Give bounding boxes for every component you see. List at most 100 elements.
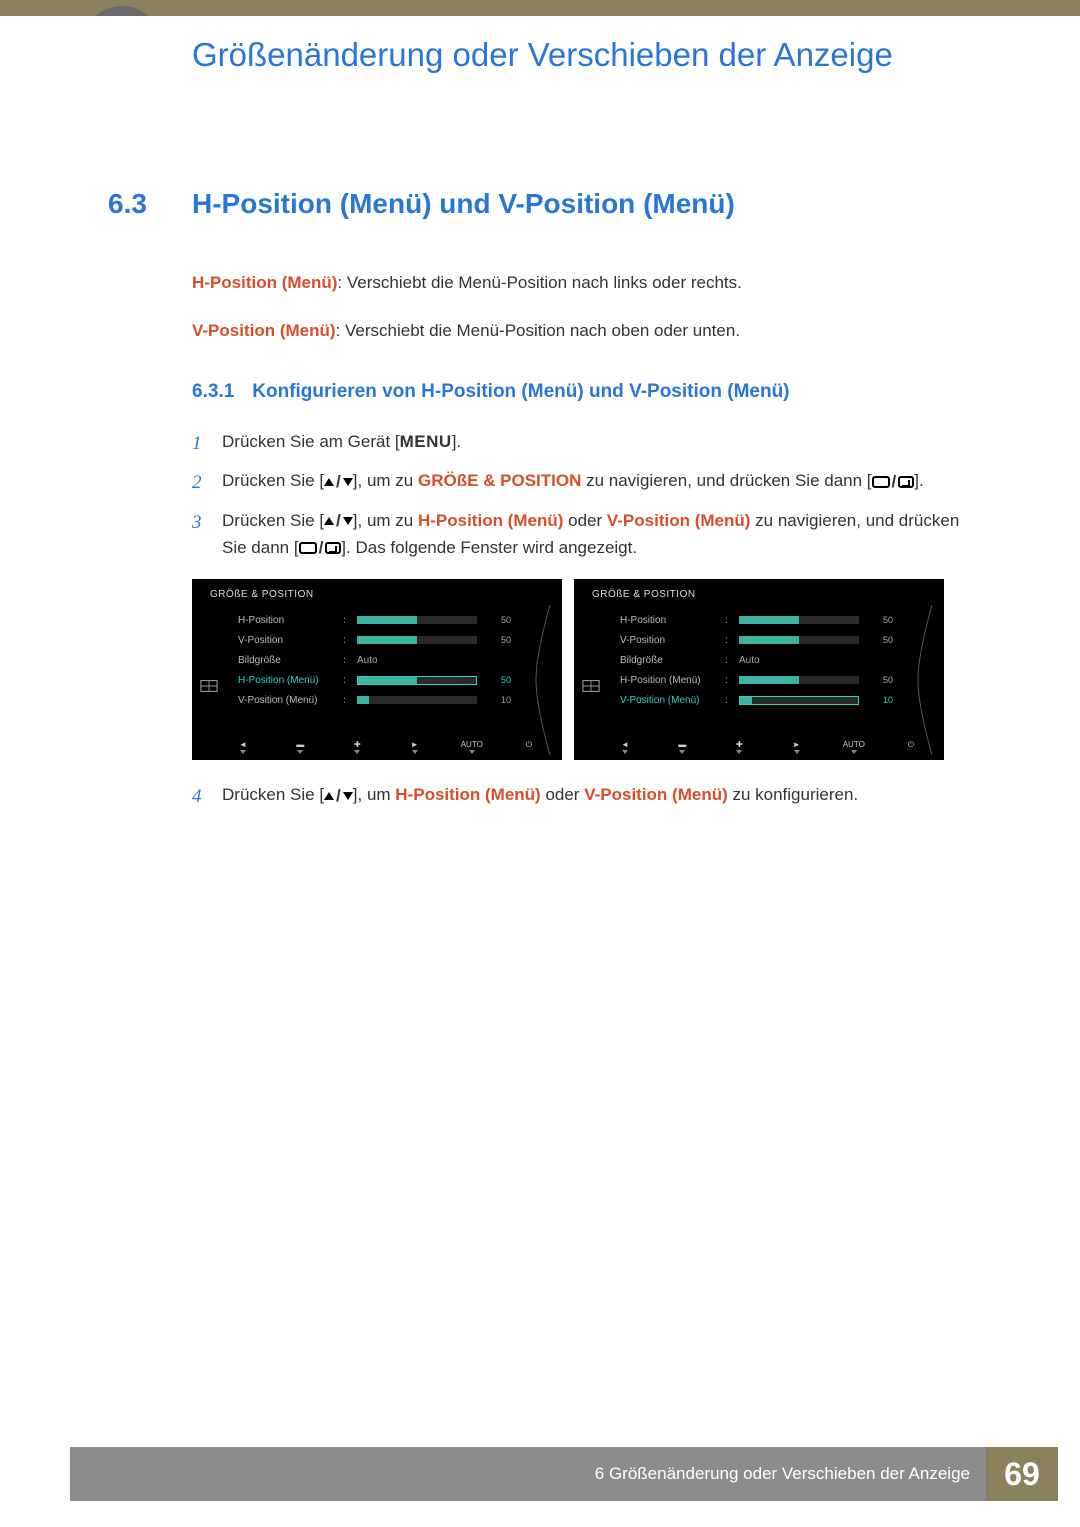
osd-row-label: V-Position (Menü) <box>620 695 725 706</box>
steps-list: 1 Drücken Sie am Gerät [MENU]. 2 Drücken… <box>192 429 978 561</box>
section-heading: 6.3 H-Position (Menü) und V-Position (Me… <box>108 188 978 220</box>
osd-slider: 50 <box>357 635 550 645</box>
step-2-text-b: ], um zu <box>353 471 418 490</box>
osd-bottom-bar: ◄ ▬ ✚ ► AUTO ⏻ <box>586 740 932 754</box>
steps-list-cont: 4 Drücken Sie [/], um H-Position (Menü) … <box>192 782 978 811</box>
osd-row-value: 50 <box>863 675 893 685</box>
osd-plus-icon: ✚ <box>348 740 366 754</box>
osd-category-icon <box>582 677 602 697</box>
osd-colon: : <box>725 695 739 706</box>
step-2: 2 Drücken Sie [/], um zu GRÖßE & POSITIO… <box>192 468 978 497</box>
up-down-icon: / <box>324 508 353 534</box>
step-3-text-d: ]. Das folgende Fenster wird angezeigt. <box>341 538 637 557</box>
osd-row-text: Auto <box>357 655 378 666</box>
osd-slider: 50 <box>357 675 550 685</box>
step-number: 4 <box>192 782 208 811</box>
osd-curve-decor <box>530 605 556 755</box>
osd-colon: : <box>343 675 357 686</box>
osd-row-label: H-Position (Menü) <box>620 675 725 686</box>
v-pos-menu: V-Position (Menü) <box>607 511 751 530</box>
confirm-enter-icon: / <box>872 469 915 495</box>
osd-panel-right: GRÖßE & POSITION H-Position:50 V-Position… <box>574 579 944 760</box>
v-position-text: : Verschiebt die Menü-Position nach oben… <box>336 321 741 340</box>
step-number: 3 <box>192 508 208 561</box>
osd-category-icon <box>200 677 220 697</box>
osd-auto-label: AUTO <box>845 740 863 754</box>
osd-slider: 10 <box>357 695 550 705</box>
osd-row-value: 50 <box>481 635 511 645</box>
step-4: 4 Drücken Sie [/], um H-Position (Menü) … <box>192 782 978 811</box>
osd-colon: : <box>725 635 739 646</box>
section-title: H-Position (Menü) und V-Position (Menü) <box>192 188 735 220</box>
osd-colon: : <box>343 695 357 706</box>
h-pos-menu: H-Position (Menü) <box>418 511 563 530</box>
step-1-text-a: Drücken Sie am Gerät [ <box>222 432 400 451</box>
osd-row: H-Position (Menü):50 <box>204 670 550 690</box>
subsection-heading: 6.3.1 Konfigurieren von H-Position (Menü… <box>192 381 978 403</box>
up-down-icon: / <box>324 469 353 495</box>
osd-row: Bildgröße:Auto <box>204 650 550 670</box>
step-number: 2 <box>192 468 208 497</box>
chapter-title: Größenänderung oder Verschieben der Anze… <box>192 34 893 75</box>
footer-chapter-label: 6 Größenänderung oder Verschieben der An… <box>70 1447 986 1501</box>
osd-colon: : <box>343 615 357 626</box>
osd-bottom-bar: ◄ ▬ ✚ ► AUTO ⏻ <box>204 740 550 754</box>
step-3-or: oder <box>563 511 606 530</box>
osd-minus-icon: ▬ <box>673 740 691 754</box>
osd-row: V-Position (Menü): 10 <box>204 690 550 710</box>
osd-screenshots: GRÖßE & POSITION H-Position:50V-Position… <box>192 579 978 760</box>
osd-row-label: V-Position (Menü) <box>238 695 343 706</box>
term-v-position: V-Position (Menü) <box>192 321 336 340</box>
osd-row-value: 10 <box>863 695 893 705</box>
osd-row-label: Bildgröße <box>238 655 343 666</box>
section-body: H-Position (Menü) : Verschiebt die Menü-P… <box>192 270 978 343</box>
step-1-text-b: ]. <box>452 432 461 451</box>
osd-back-icon: ◄ <box>234 740 252 754</box>
osd-slider: 50 <box>739 615 932 625</box>
menu-button-label: MENU <box>400 432 452 451</box>
osd-row: H-Position:50 <box>586 610 932 630</box>
v-position-description: V-Position (Menü): Verschiebt die Menü-P… <box>192 318 978 344</box>
osd-row-value: 10 <box>481 695 511 705</box>
step-3-text-a: Drücken Sie [ <box>222 511 324 530</box>
step-3: 3 Drücken Sie [/], um zu H-Position (Men… <box>192 508 978 561</box>
osd-row-text: Auto <box>739 655 760 666</box>
osd-row-label: H-Position <box>238 615 343 626</box>
osd-curve-decor <box>912 605 938 755</box>
osd-colon: : <box>725 675 739 686</box>
osd-title: GRÖßE & POSITION <box>210 589 550 600</box>
step-2-text-c: zu navigieren, und drücken Sie dann [ <box>581 471 871 490</box>
confirm-enter-icon: / <box>299 535 342 561</box>
osd-slider: 50 <box>357 615 550 625</box>
osd-minus-icon: ▬ <box>291 740 309 754</box>
osd-colon: : <box>343 655 357 666</box>
osd-plus-icon: ✚ <box>730 740 748 754</box>
osd-row: V-Position: 50 <box>204 630 550 650</box>
osd-row-label: V-Position <box>238 635 343 646</box>
step-2-text-a: Drücken Sie [ <box>222 471 324 490</box>
osd-slider: 50 <box>739 635 932 645</box>
osd-row: Bildgröße:Auto <box>586 650 932 670</box>
osd-row-value: 50 <box>863 635 893 645</box>
osd-row-value: 50 <box>481 615 511 625</box>
page-footer: 6 Größenänderung oder Verschieben der An… <box>0 1447 1080 1501</box>
osd-forward-icon: ► <box>788 740 806 754</box>
step-4-or: oder <box>541 785 584 804</box>
step-number: 1 <box>192 429 208 458</box>
section-number: 6.3 <box>108 188 168 220</box>
osd-auto-label: AUTO <box>463 740 481 754</box>
step-4-text-a: Drücken Sie [ <box>222 785 324 804</box>
osd-slider: 10 <box>739 695 932 705</box>
osd-row-value: 50 <box>481 675 511 685</box>
osd-row: H-Position (Menü): 50 <box>586 670 932 690</box>
osd-forward-icon: ► <box>406 740 424 754</box>
step-3-text-b: ], um zu <box>353 511 418 530</box>
osd-back-icon: ◄ <box>616 740 634 754</box>
subsection-number: 6.3.1 <box>192 381 234 403</box>
nav-target: GRÖßE & POSITION <box>418 471 581 490</box>
subsection-title: Konfigurieren von H-Position (Menü) und … <box>252 381 789 403</box>
term-h-position: H-Position (Menü) <box>192 273 337 292</box>
osd-title: GRÖßE & POSITION <box>592 589 932 600</box>
osd-colon: : <box>343 635 357 646</box>
osd-slider: 50 <box>739 675 932 685</box>
